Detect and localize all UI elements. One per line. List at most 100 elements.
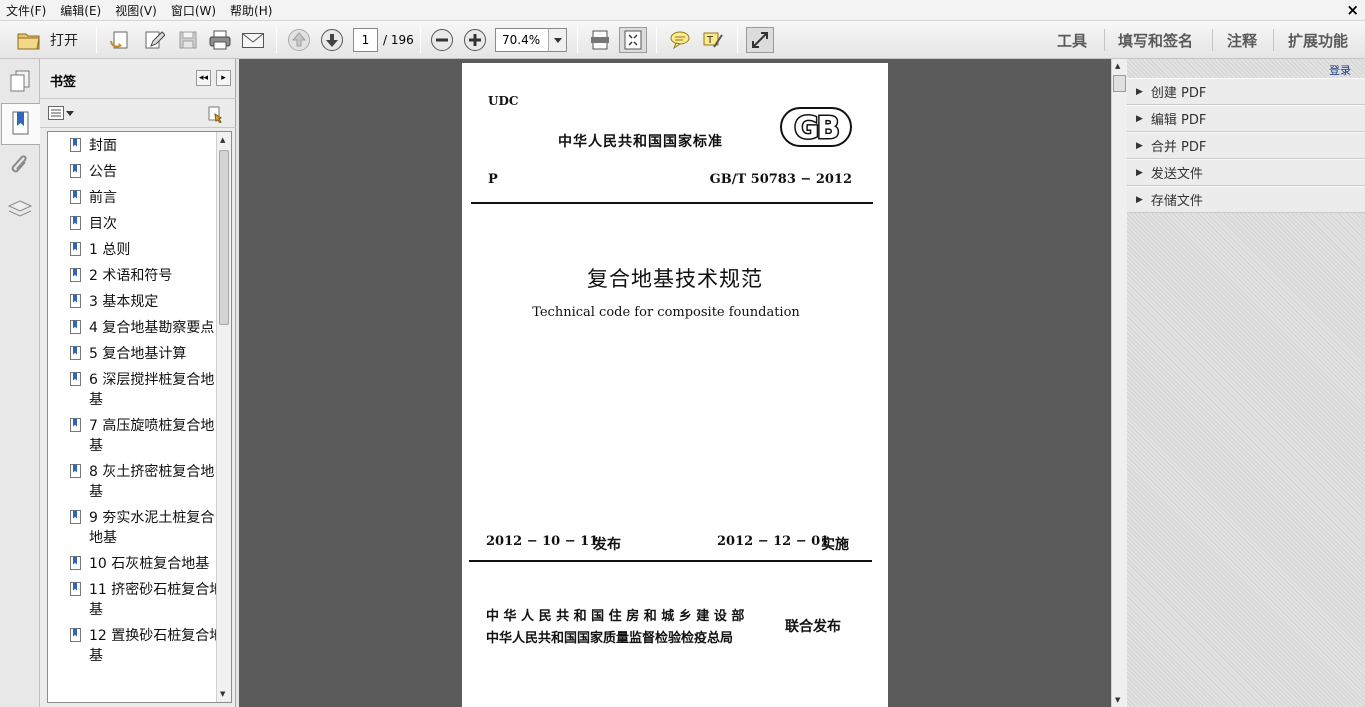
bookmark-icon bbox=[70, 164, 81, 178]
bookmark-item[interactable]: 4 复合地基勘察要点 bbox=[48, 318, 231, 338]
edit-button[interactable] bbox=[140, 27, 168, 53]
fill-sign-link[interactable]: 填写和签名 bbox=[1118, 30, 1193, 51]
layers-icon bbox=[7, 200, 33, 217]
bookmark-label: 10 石灰桩复合地基 bbox=[89, 556, 210, 572]
bookmark-options-button[interactable] bbox=[48, 106, 74, 120]
close-document-button[interactable]: × bbox=[1346, 1, 1359, 19]
document-scroll-thumb[interactable] bbox=[1113, 75, 1126, 92]
title-english: Technical code for composite foundation bbox=[532, 305, 800, 320]
bookmark-scrollbar[interactable]: ▲ ▼ bbox=[216, 132, 231, 702]
gb-logo: GB bbox=[780, 107, 852, 151]
expand-bookmark-button[interactable] bbox=[207, 105, 225, 127]
zoom-out-button[interactable] bbox=[428, 27, 456, 53]
menu-window[interactable]: 窗口(W) bbox=[171, 2, 216, 19]
bookmark-icon bbox=[70, 190, 81, 204]
folder-icon bbox=[17, 33, 40, 50]
chevron-down-icon[interactable] bbox=[548, 29, 566, 51]
implementation-date: 2012 − 12 − 01 bbox=[717, 534, 830, 549]
bookmark-item[interactable]: 12 置换砂石桩复合地基 bbox=[48, 626, 231, 666]
bookmark-item[interactable]: 2 术语和符号 bbox=[48, 266, 231, 286]
comment-link[interactable]: 注释 bbox=[1227, 30, 1257, 51]
menu-view[interactable]: 视图(V) bbox=[115, 2, 157, 19]
bookmark-icon bbox=[70, 628, 81, 642]
bookmark-item[interactable]: 1 总则 bbox=[48, 240, 231, 260]
next-page-button[interactable] bbox=[318, 27, 346, 53]
bookmark-item[interactable]: 8 灰土挤密桩复合地基 bbox=[48, 462, 231, 502]
bookmark-label: 目次 bbox=[89, 216, 117, 232]
page-number-input[interactable]: 1 bbox=[353, 28, 378, 52]
bookmark-label: 前言 bbox=[89, 190, 117, 206]
open-label: 打开 bbox=[50, 33, 78, 49]
bookmark-item[interactable]: 目次 bbox=[48, 214, 231, 234]
comment-button[interactable] bbox=[666, 27, 694, 53]
bookmark-icon bbox=[70, 464, 81, 478]
fit-window-icon bbox=[624, 30, 642, 50]
highlight-text-icon: T bbox=[703, 32, 723, 48]
bookmark-item[interactable]: 6 深层搅拌桩复合地基 bbox=[48, 370, 231, 410]
bookmark-label: 9 夯实水泥土桩复合地基 bbox=[89, 510, 215, 546]
attachments-button[interactable] bbox=[4, 149, 36, 185]
save-button[interactable] bbox=[174, 27, 202, 53]
menu-edit[interactable]: 编辑(E) bbox=[60, 2, 101, 19]
expand-icon bbox=[752, 32, 768, 48]
create-button[interactable] bbox=[106, 27, 134, 53]
bookmark-item[interactable]: 10 石灰桩复合地基 bbox=[48, 554, 231, 574]
layers-button[interactable] bbox=[4, 191, 36, 227]
previous-page-button[interactable] bbox=[285, 27, 313, 53]
menu-bar: 文件(F) 编辑(E) 视图(V) 窗口(W) 帮助(H) × bbox=[0, 0, 1365, 21]
bookmark-icon bbox=[70, 294, 81, 308]
create-pdf-item[interactable]: ▶ 创建 PDF bbox=[1127, 78, 1365, 105]
joint-publish-label: 联合发布 bbox=[785, 619, 841, 635]
menu-file[interactable]: 文件(F) bbox=[6, 2, 46, 19]
bookmark-label: 12 置换砂石桩复合地基 bbox=[89, 628, 224, 664]
highlight-button[interactable]: T bbox=[699, 27, 727, 53]
bookmark-label: 3 基本规定 bbox=[89, 294, 159, 310]
bookmark-icon bbox=[70, 510, 81, 524]
merge-pdf-item[interactable]: ▶ 合并 PDF bbox=[1127, 132, 1365, 159]
edit-icon bbox=[145, 31, 165, 49]
bookmark-item[interactable]: 封面 bbox=[48, 136, 231, 156]
bookmark-label: 5 复合地基计算 bbox=[89, 346, 187, 362]
fit-window-button[interactable] bbox=[619, 27, 647, 53]
bookmark-item[interactable]: 9 夯实水泥土桩复合地基 bbox=[48, 508, 231, 548]
print-button[interactable] bbox=[206, 27, 234, 53]
bookmark-icon bbox=[70, 418, 81, 432]
implementation-label: 实施 bbox=[821, 537, 849, 553]
save-icon bbox=[179, 31, 197, 49]
full-screen-button[interactable] bbox=[746, 27, 774, 53]
panel-menu-button[interactable]: ▸ bbox=[216, 70, 231, 86]
bookmark-item[interactable]: 公告 bbox=[48, 162, 231, 182]
zoom-select[interactable]: 70.4% bbox=[495, 28, 567, 52]
pdf-page: UDC 中华人民共和国国家标准 GB P GB/T 50783 − 2012 复… bbox=[462, 63, 888, 707]
expand-arrow-icon: ▶ bbox=[1136, 113, 1143, 124]
svg-text:GB: GB bbox=[794, 111, 838, 146]
tools-link[interactable]: 工具 bbox=[1057, 30, 1087, 51]
send-file-item[interactable]: ▶ 发送文件 bbox=[1127, 159, 1365, 186]
menu-help[interactable]: 帮助(H) bbox=[230, 2, 272, 19]
bookmark-item[interactable]: 5 复合地基计算 bbox=[48, 344, 231, 364]
login-link[interactable]: 登录 bbox=[1329, 62, 1351, 78]
bookmark-scroll-thumb[interactable] bbox=[219, 150, 229, 325]
document-scrollbar[interactable]: ▲ ▼ bbox=[1111, 59, 1127, 707]
bookmark-item[interactable]: 11 挤密砂石桩复合地基 bbox=[48, 580, 231, 620]
bookmark-item[interactable]: 前言 bbox=[48, 188, 231, 208]
bookmark-label: 1 总则 bbox=[89, 242, 131, 258]
page-thumbnails-button[interactable] bbox=[4, 63, 36, 99]
minus-icon bbox=[431, 29, 453, 51]
edit-pdf-item[interactable]: ▶ 编辑 PDF bbox=[1127, 105, 1365, 132]
bookmark-item[interactable]: 3 基本规定 bbox=[48, 292, 231, 312]
open-button[interactable]: 打开 bbox=[8, 27, 86, 53]
zoom-in-button[interactable] bbox=[461, 27, 489, 53]
document-area: UDC 中华人民共和国国家标准 GB P GB/T 50783 − 2012 复… bbox=[239, 59, 1111, 707]
extended-link[interactable]: 扩展功能 bbox=[1288, 30, 1348, 51]
pages-icon bbox=[10, 70, 30, 92]
toolbar: 打开 1 / 196 70.4% T 工具 填写和签名 注释 扩展功能 bbox=[0, 21, 1365, 59]
store-file-item[interactable]: ▶ 存储文件 bbox=[1127, 186, 1365, 213]
bookmark-item[interactable]: 7 高压旋喷桩复合地基 bbox=[48, 416, 231, 456]
scroll-mode-button[interactable] bbox=[586, 27, 614, 53]
task-pane-list: ▶ 创建 PDF ▶ 编辑 PDF ▶ 合并 PDF ▶ 发送文件 ▶ 存储文件 bbox=[1127, 78, 1365, 213]
bookmarks-tab-button[interactable] bbox=[1, 103, 40, 145]
collapse-panel-button[interactable]: ◂◂ bbox=[196, 70, 211, 86]
email-button[interactable] bbox=[239, 27, 267, 53]
bookmark-label: 11 挤密砂石桩复合地基 bbox=[89, 582, 224, 618]
